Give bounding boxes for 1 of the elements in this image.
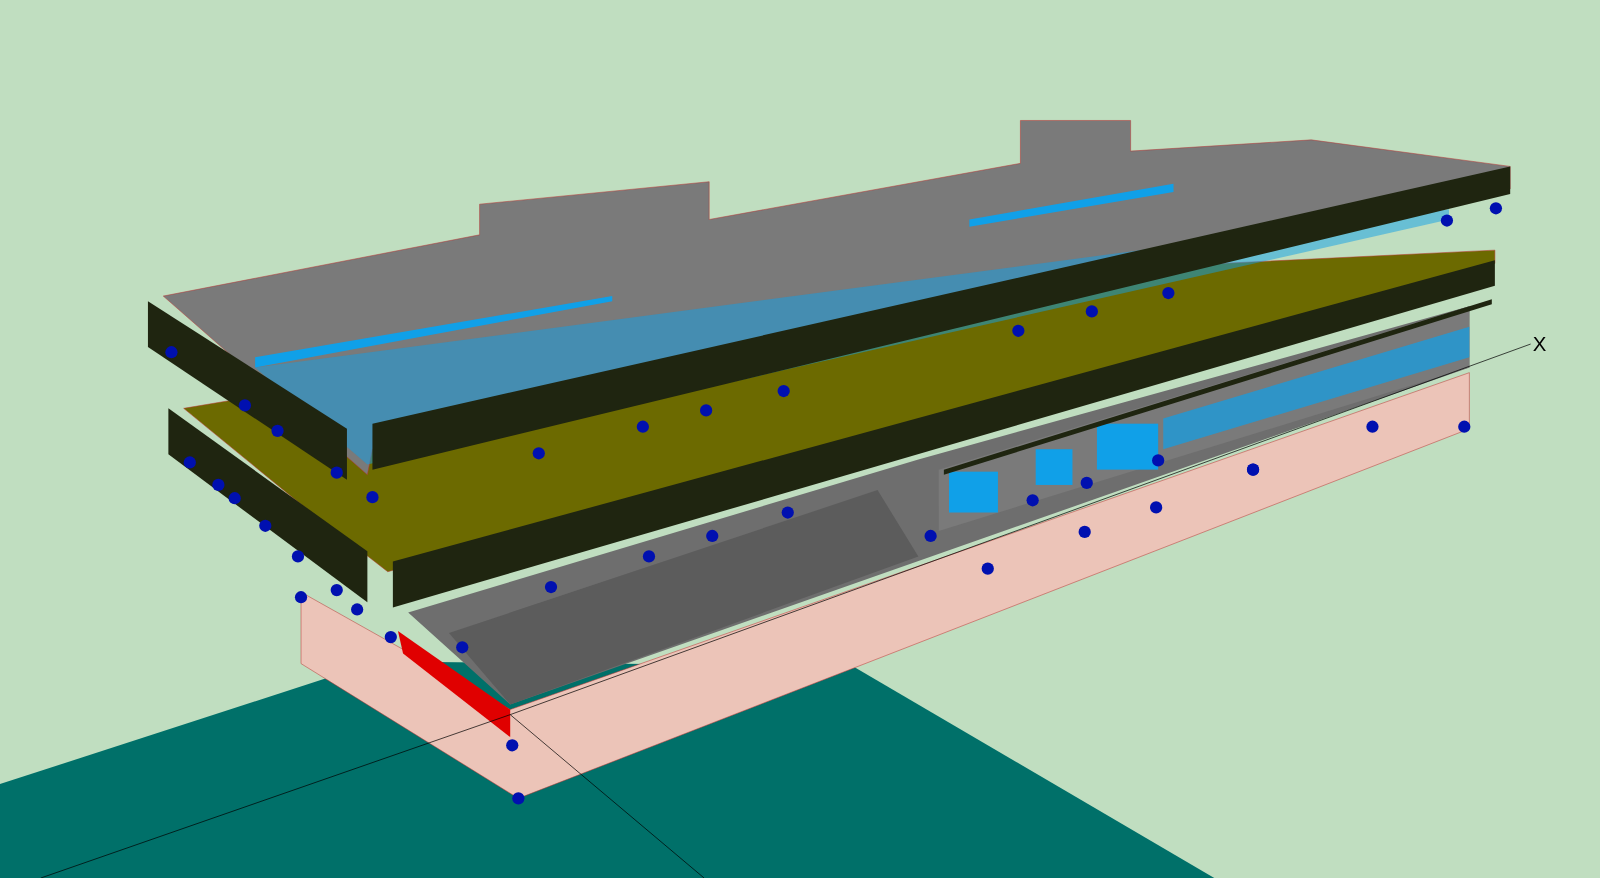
axis-label: X	[1532, 333, 1547, 356]
